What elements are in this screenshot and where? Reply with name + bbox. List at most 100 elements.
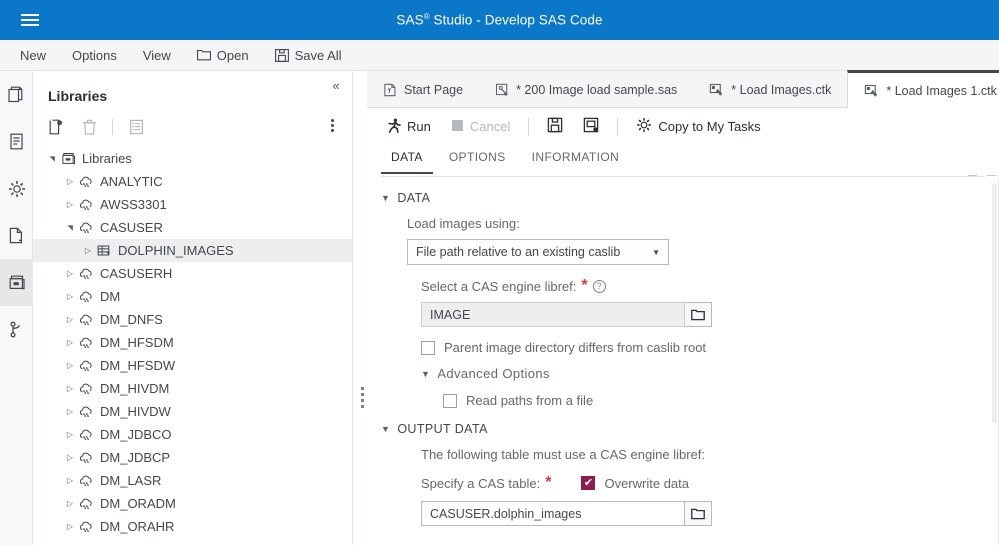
tree-item-dm_oradm[interactable]: ▷DM_ORADM [33,492,353,515]
tree-item-label: DM_HIVDM [100,381,169,396]
chevron-right-icon[interactable]: ▷ [63,269,77,278]
tree-item-dm_jdbcp[interactable]: ▷DM_JDBCP [33,446,353,469]
cas-library-icon [77,497,95,511]
save-button[interactable] [538,112,572,141]
load-images-using-select[interactable]: File path relative to an existing caslib… [407,239,669,265]
run-label: Run [407,119,431,134]
server-files-and-folders-icon[interactable] [0,71,33,118]
title-suffix: Studio - Develop SAS Code [430,13,603,28]
start-page-icon [383,83,397,97]
tree-item-analytic[interactable]: ▷ANALYTIC [33,170,353,193]
snippets-icon[interactable] [0,165,33,212]
collapse-panel-icon[interactable]: « [326,75,346,95]
tree-item-dm[interactable]: ▷ DM [33,285,353,308]
panel-splitter-handle[interactable] [358,386,366,408]
more-options-icon[interactable] [320,112,344,138]
read-paths-label: Read paths from a file [466,393,593,408]
tree-item-dm_hivdm[interactable]: ▷ DM_HIVDM [33,377,353,400]
chevron-right-icon[interactable]: ▷ [63,522,77,531]
sub-tab-information[interactable]: INFORMATION [522,147,630,172]
folder-browse-icon[interactable] [685,302,712,327]
save-as-button[interactable] [574,112,608,141]
cas-table-input[interactable]: CASUSER.dolphin_images [421,501,685,526]
cas-library-icon [77,175,95,189]
chevron-right-icon[interactable]: ▷ [63,499,77,508]
tree-item-libraries[interactable]: ◢Libraries [33,147,353,170]
overwrite-data-checkbox[interactable]: ✔ [581,476,595,490]
chevron-right-icon[interactable]: ▷ [63,407,77,416]
editor-tab-2[interactable]: * Load Images.ctk [693,70,847,107]
sub-tab-data[interactable]: DATA [381,147,433,174]
tree-item-casuserh[interactable]: ▷CASUSERH [33,262,353,285]
chevron-right-icon[interactable]: ▷ [63,200,77,209]
copy-to-my-tasks-icon [636,117,652,136]
chevron-right-icon[interactable]: ▷ [81,246,95,255]
read-paths-checkbox[interactable] [443,394,457,408]
sub-tab-options[interactable]: OPTIONS [439,147,516,172]
libraries-icon[interactable] [0,259,33,306]
chevron-right-icon[interactable]: ▷ [63,476,77,485]
chevron-right-icon[interactable]: ▷ [63,177,77,186]
tree-item-dolphin_images[interactable]: ▷DOLPHIN_IMAGES [33,239,353,262]
hamburger-icon[interactable] [10,0,50,40]
form-scrollbar[interactable] [992,183,997,423]
parent-image-directory-checkbox-row[interactable]: Parent image directory differs from casl… [421,340,999,355]
copy-to-my-tasks-button[interactable]: Copy to My Tasks [627,112,769,141]
chevron-right-icon[interactable]: ▷ [63,292,77,301]
main-content: Start Page* 200 Image load sample.sas* L… [367,71,999,545]
tree-item-dm_jdbco[interactable]: ▷DM_JDBCO [33,423,353,446]
cas-library-icon [77,428,95,442]
advanced-options-header[interactable]: ▼ Advanced Options [421,366,999,381]
menu-item-save-all[interactable]: Save All [263,42,354,69]
cas-table-label-row: Specify a CAS table: * ✔ Overwrite data [421,474,999,492]
run-button[interactable]: Run [377,113,440,141]
output-data-section-header[interactable]: ▼ OUTPUT DATA [381,422,999,436]
tree-item-label: DM_HFSDW [100,358,175,373]
table-icon [95,244,113,258]
editor-tab-3[interactable]: * Load Images 1.ctk [847,70,999,108]
menu-item-open[interactable]: Open [185,42,261,69]
parent-image-directory-label: Parent image directory differs from casl… [444,340,706,355]
tree-item-dm_hfsdm[interactable]: ▷DM_HFSDM [33,331,353,354]
editor-tab-1[interactable]: * 200 Image load sample.sas [479,70,693,107]
libraries-panel: « Libraries [33,71,353,545]
title-prefix: SAS [396,13,423,28]
chevron-right-icon[interactable]: ▷ [63,430,77,439]
help-icon[interactable]: ? [593,280,606,293]
tree-item-label: AWSS3301 [100,197,167,212]
tree-item-dm_lasr[interactable]: ▷ DM_LASR [33,469,353,492]
menu-item-view[interactable]: View [131,42,183,69]
menu-label-new: New [20,48,46,63]
menu-item-options[interactable]: Options [60,42,129,69]
tree-item-label: DM [100,289,120,304]
tree-item-dm_hfsdw[interactable]: ▷ DM_HFSDW [33,354,353,377]
cas-libref-input[interactable]: IMAGE [421,302,685,327]
overwrite-data-label: Overwrite data [604,476,689,491]
read-paths-checkbox-row[interactable]: Read paths from a file [443,393,999,408]
tasks-and-utilities-icon[interactable] [0,118,33,165]
tree-item-label: DM_LASR [100,473,161,488]
chevron-right-icon[interactable]: ▷ [63,315,77,324]
required-marker: * [581,277,587,295]
chevron-right-icon[interactable]: ▷ [63,453,77,462]
tree-item-dm_dnfs[interactable]: ▷DM_DNFS [33,308,353,331]
chevron-down-icon[interactable]: ◢ [48,152,56,166]
parent-image-directory-checkbox[interactable] [421,341,435,355]
save-as-icon [583,117,599,136]
data-section-header[interactable]: ▼ DATA [381,191,999,205]
chevron-right-icon[interactable]: ▷ [63,384,77,393]
tree-item-awss3301[interactable]: ▷ AWSS3301 [33,193,353,216]
tree-item-dm_hivdw[interactable]: ▷DM_HIVDW [33,400,353,423]
folder-browse-icon[interactable] [685,501,712,526]
editor-tab-0[interactable]: Start Page [367,70,479,107]
chevron-right-icon[interactable]: ▷ [63,338,77,347]
chevron-down-icon[interactable]: ◢ [66,221,74,235]
tree-item-dm_orahr[interactable]: ▷DM_ORAHR [33,515,353,538]
tree-item-casuser[interactable]: ◢CASUSER [33,216,353,239]
menu-item-new[interactable]: New [8,42,58,69]
git-repositories-icon[interactable] [0,306,33,353]
overwrite-data-checkbox-row[interactable]: ✔ Overwrite data [581,476,689,491]
file-shortcuts-icon[interactable] [0,212,33,259]
chevron-right-icon[interactable]: ▷ [63,361,77,370]
new-library-icon[interactable] [43,114,71,140]
